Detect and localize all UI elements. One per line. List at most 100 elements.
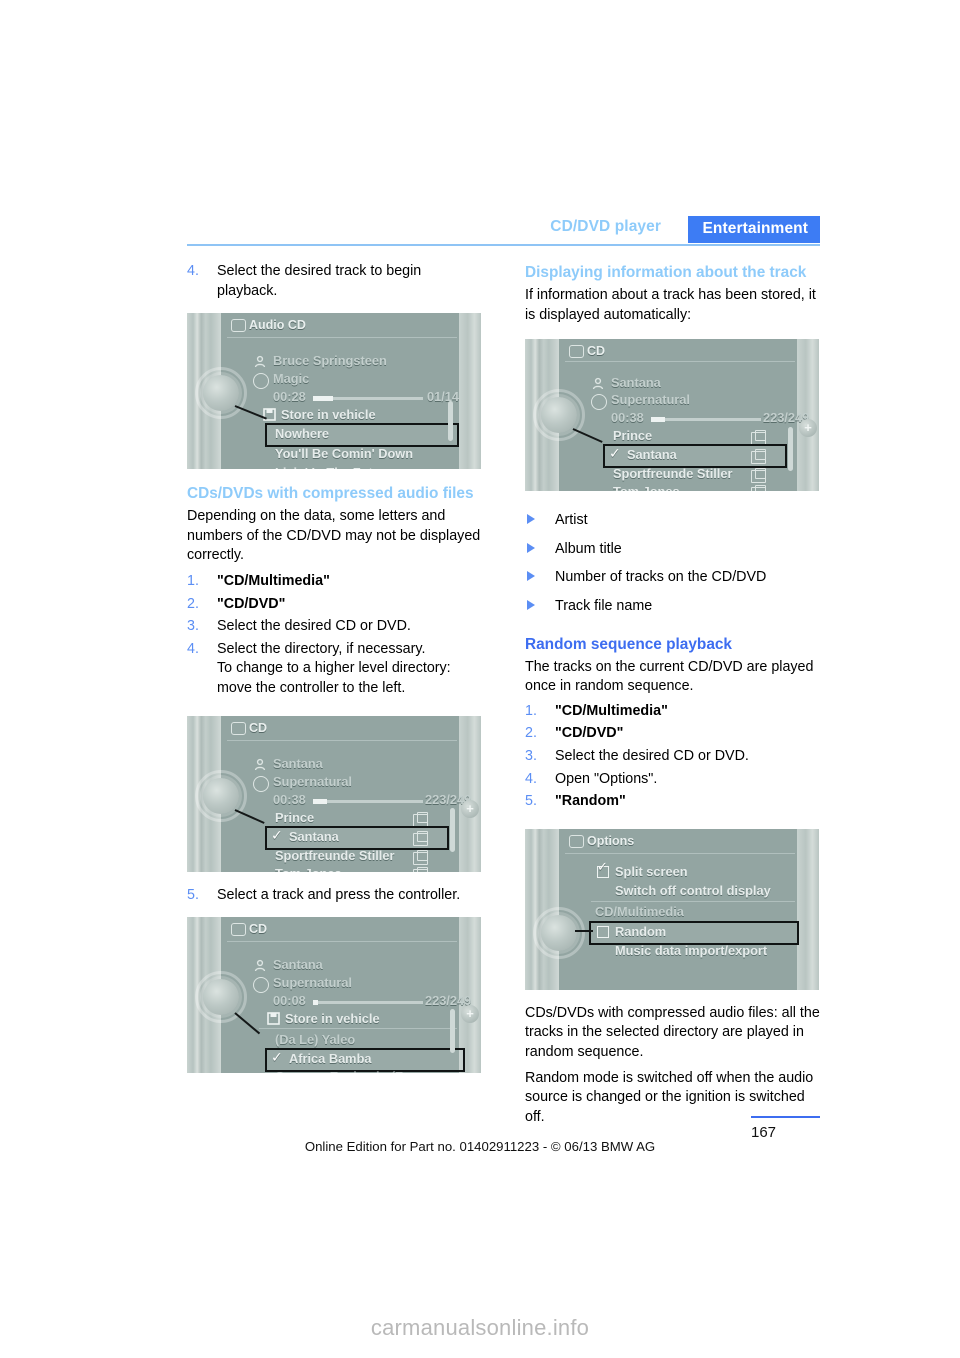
artist-name: Santana [273, 755, 323, 771]
track-row-2[interactable]: Livin' In The Future [275, 465, 393, 469]
progress-track [313, 799, 423, 803]
step-text: "Random" [555, 793, 626, 810]
divider [565, 361, 795, 363]
album-name: Supernatural [273, 975, 352, 991]
options-icon [569, 834, 584, 848]
directory-row-0[interactable]: Prince [275, 810, 314, 825]
list-item: 5. "Random" [525, 792, 820, 812]
controller-knob[interactable] [203, 375, 239, 412]
options-row-3[interactable]: Random [615, 924, 666, 939]
folder-icon [413, 849, 428, 865]
track-counter: 01/14 [427, 389, 460, 405]
step-number: 1. [187, 572, 199, 589]
folder-icon [751, 449, 766, 465]
step-list-select-track: 5. Select a track and press the controll… [187, 886, 482, 906]
scrollbar[interactable] [450, 807, 455, 852]
controller-knob[interactable] [541, 397, 577, 434]
info-item-label: Number of tracks on the CD/DVD [555, 569, 767, 586]
online-edition-notice: Online Edition for Part no. 01402911223 … [304, 1139, 656, 1154]
running-header: CD/DVD player Entertainment [187, 216, 820, 246]
display-bezel-right [797, 828, 819, 990]
screen-title: Audio CD [249, 318, 306, 333]
triangle-bullet-icon [527, 571, 535, 582]
track-row-0[interactable]: (Da Le) Yaleo [275, 1032, 355, 1047]
directory-row-2[interactable]: Sportfreunde Stiller [275, 848, 394, 863]
screen-title: Options [587, 833, 635, 848]
header-chapter-title: CD/DVD player [550, 218, 661, 235]
paragraph-random-playback: The tracks on the current CD/DVD are pla… [525, 658, 814, 695]
progress-track [651, 418, 761, 422]
controller-knob[interactable] [203, 777, 239, 814]
checkbox-unchecked-icon[interactable] [597, 925, 609, 938]
directory-row-1[interactable]: Santana [627, 447, 677, 462]
list-item: Track file name [525, 597, 820, 617]
divider [227, 739, 457, 741]
directory-row-3[interactable]: Tom Jones [275, 866, 342, 872]
list-item: Number of tracks on the CD/DVD [525, 568, 820, 588]
list-item: 1. "CD/Multimedia" [525, 702, 820, 722]
artist-name: Santana [273, 957, 323, 973]
scrollbar[interactable] [448, 401, 453, 442]
track-row-1[interactable]: You'll Be Comin' Down [275, 446, 413, 461]
folder-icon [751, 468, 766, 484]
controller-knob[interactable] [541, 914, 577, 951]
album-icon [253, 775, 269, 792]
track-row-0[interactable]: Nowhere [275, 426, 329, 441]
directory-row-0[interactable]: Prince [613, 428, 652, 443]
list-item: 3. Select the desired CD or DVD. [187, 617, 482, 637]
step-text: "CD/DVD" [555, 725, 624, 742]
step-text: Open "Options". [555, 770, 658, 787]
divider [227, 337, 457, 339]
scrollbar[interactable] [788, 427, 793, 472]
album-name: Magic [273, 371, 310, 387]
step-text: Select the directory, if necessary. [217, 640, 426, 657]
info-item-label: Artist [555, 512, 588, 529]
controller-knob[interactable] [203, 979, 239, 1016]
divider [591, 900, 795, 902]
plus-button[interactable]: + [461, 799, 479, 818]
directory-row-2[interactable]: Sportfreunde Stiller [613, 466, 732, 481]
scrollbar[interactable] [450, 1009, 455, 1054]
heading-random-playback: Random sequence playback [525, 635, 732, 653]
screen-title: CD [249, 922, 268, 937]
audio-source-icon [569, 345, 584, 359]
options-row-4[interactable]: Music data import/export [615, 943, 767, 958]
paragraph-displaying-info: If information about a track has been st… [525, 287, 816, 323]
list-item: Album title [525, 540, 820, 560]
page-number-rule [751, 1116, 820, 1118]
plus-button[interactable]: + [461, 1005, 479, 1024]
folder-icon [751, 485, 766, 492]
step-list-compressed: 1. "CD/Multimedia" 2. "CD/DVD" 3. Select… [187, 572, 482, 699]
progress-indicator [313, 798, 327, 804]
info-item-label: Album title [555, 540, 622, 557]
store-in-vehicle-row[interactable]: Store in vehicle [285, 1011, 380, 1026]
step-number: 2. [187, 595, 199, 612]
paragraph-random-switch-off: Random mode is switched off when the aud… [525, 1069, 814, 1125]
manual-page: CD/DVD player Entertainment 4. Select th… [0, 0, 960, 1358]
track-row-1[interactable]: Africa Bamba [289, 1051, 372, 1066]
check-icon: ✓ [609, 445, 621, 462]
screen-title: CD [587, 344, 606, 359]
artist-name: Santana [611, 375, 661, 391]
directory-row-1[interactable]: Santana [289, 829, 339, 844]
list-item: 4. Select the desired track to begin pla… [187, 262, 482, 301]
check-icon: ✓ [271, 826, 283, 843]
album-name: Supernatural [611, 392, 690, 408]
step-text: "CD/Multimedia" [217, 572, 330, 589]
track-row-2[interactable]: Corazon Espinado (Fe... [275, 1069, 421, 1073]
options-row-1[interactable]: Switch off control display [615, 883, 771, 898]
store-in-vehicle-row[interactable]: Store in vehicle [281, 407, 376, 422]
step-number: 4. [525, 770, 537, 787]
divider [259, 1028, 457, 1030]
heading-compressed-audio: CDs/DVDs with compressed audio files [187, 485, 474, 503]
folder-icon [413, 830, 428, 846]
screen-title: CD [249, 720, 268, 735]
step-number: 3. [187, 618, 199, 635]
progress-indicator [313, 1000, 318, 1006]
elapsed-time: 00:38 [273, 791, 306, 807]
options-row-0[interactable]: Split screen [615, 864, 688, 879]
directory-row-3[interactable]: Tom Jones [613, 484, 680, 491]
elapsed-time: 00:08 [273, 993, 306, 1009]
audio-source-icon [231, 319, 246, 333]
divider [565, 852, 795, 854]
